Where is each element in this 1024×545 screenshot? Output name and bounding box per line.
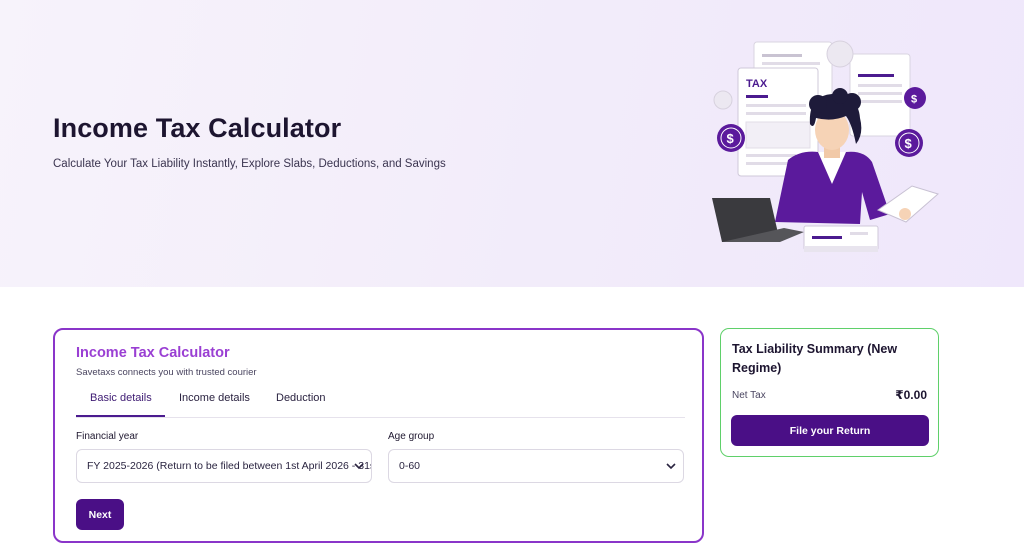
age-group-label: Age group xyxy=(388,431,435,442)
calculator-subtitle: Savetaxs connects you with trusted couri… xyxy=(76,367,257,378)
tab-basic-details[interactable]: Basic details xyxy=(90,392,152,404)
next-button[interactable]: Next xyxy=(76,499,124,530)
chevron-down-icon xyxy=(666,463,676,470)
summary-title: Tax Liability Summary (New Regime) xyxy=(732,342,898,375)
calculator-title: Income Tax Calculator xyxy=(76,345,230,361)
tax-doc-label: TAX xyxy=(746,78,768,90)
tab-deduction[interactable]: Deduction xyxy=(276,392,326,404)
page-title: Income Tax Calculator xyxy=(53,113,342,143)
chevron-down-icon xyxy=(354,463,364,470)
financial-year-value: FY 2025-2026 (Return to be filed between… xyxy=(87,460,371,472)
tax-calculator-card: Income Tax Calculator Savetaxs connects … xyxy=(53,328,704,543)
net-tax-label: Net Tax xyxy=(732,390,766,401)
tab-income-details[interactable]: Income details xyxy=(179,392,250,404)
page-subtitle: Calculate Your Tax Liability Instantly, … xyxy=(53,158,446,170)
hero-banner: Income Tax Calculator Calculate Your Tax… xyxy=(0,0,1024,287)
calculator-tabs: Basic details Income details Deduction xyxy=(76,384,685,418)
age-group-value: 0-60 xyxy=(399,460,421,472)
coin-symbol-3: $ xyxy=(905,136,913,151)
net-tax-value: ₹0.00 xyxy=(895,388,927,402)
coin-symbol-2: $ xyxy=(911,94,917,106)
financial-year-select[interactable]: FY 2025-2026 (Return to be filed between… xyxy=(76,449,372,483)
age-group-select[interactable]: 0-60 xyxy=(388,449,684,483)
file-return-button[interactable]: File your Return xyxy=(731,415,929,446)
financial-year-label: Financial year xyxy=(76,431,139,442)
tax-summary-card: Tax Liability Summary (New Regime) Net T… xyxy=(720,328,939,457)
active-tab-indicator xyxy=(76,415,165,417)
coin-symbol-1: $ xyxy=(727,131,735,146)
tax-illustration: TAX $ $ $ xyxy=(712,40,940,252)
